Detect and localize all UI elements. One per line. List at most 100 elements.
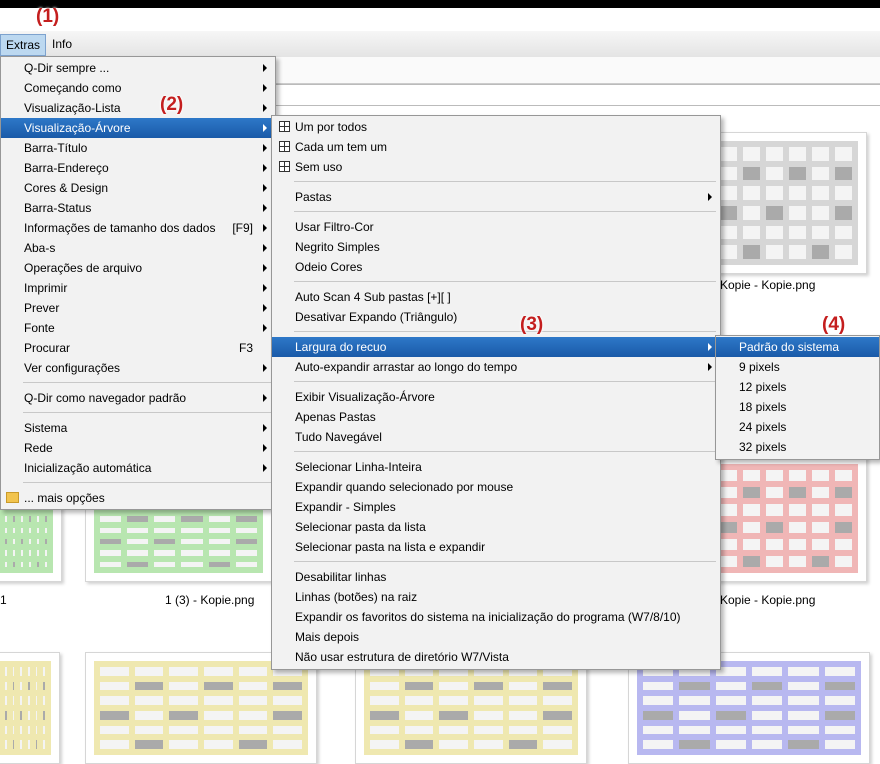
thumbnail-pixel <box>766 470 783 482</box>
menu-item-expand-simple[interactable]: Expandir - Simples <box>272 497 720 517</box>
thumbnail-pixel <box>789 186 806 200</box>
step-callout-3: (3) <box>520 314 544 335</box>
thumbnail-pixel <box>720 225 737 240</box>
menu-item-tabs[interactable]: Aba-s <box>1 238 275 258</box>
thumbnail-pixel <box>766 504 783 516</box>
menu-item-hate-colors[interactable]: Odeio Cores <box>272 257 720 277</box>
menu-item-select-list-folder-expand[interactable]: Selecionar pasta na lista e expandir <box>272 537 720 557</box>
menu-item-autostart[interactable]: Inicialização automática <box>1 458 275 478</box>
menu-item-no-w7-structure[interactable]: Não usar estrutura de diretório W7/Vista <box>272 647 720 667</box>
thumbnail-pixel <box>720 245 737 259</box>
thumbnail-pixel <box>45 561 47 567</box>
menu-item-network[interactable]: Rede <box>1 438 275 458</box>
menu-item-file-operations[interactable]: Operações de arquivo <box>1 258 275 278</box>
menu-item-9-pixels[interactable]: 9 pixels <box>716 357 879 377</box>
menu-item-start-as[interactable]: Começando como <box>1 78 275 98</box>
thumbnail-pixel <box>766 206 783 220</box>
menu-item-auto-expand-drag[interactable]: Auto-expandir arrastar ao longo do tempo <box>272 357 720 377</box>
thumbnail-yellow-1[interactable] <box>0 652 60 764</box>
menu-item-list-view[interactable]: Visualização-Lista <box>1 98 275 118</box>
thumbnail-pixel <box>181 527 203 533</box>
thumbnail-pixel <box>127 561 149 567</box>
thumbnail-pixel <box>100 725 129 735</box>
address-bar[interactable] <box>270 84 880 106</box>
menu-item-system-default[interactable]: Padrão do sistema <box>716 337 879 357</box>
thumbnail-pixel <box>12 711 15 720</box>
menu-extras[interactable]: Extras <box>0 34 47 56</box>
menu-item-32-pixels[interactable]: 32 pixels <box>716 437 879 457</box>
menu-item-search[interactable]: Procurar F3 <box>1 338 275 358</box>
menu-item-title-bar[interactable]: Barra-Título <box>1 138 275 158</box>
menu-item-expand-on-mouse-select[interactable]: Expandir quando selecionado por mouse <box>272 477 720 497</box>
thumbnail-pixel <box>12 725 15 735</box>
menu-item-disable-lines[interactable]: Desabilitar linhas <box>272 567 720 587</box>
menu-item-status-bar[interactable]: Barra-Status <box>1 198 275 218</box>
thumbnail-pixel <box>404 681 434 691</box>
thumbnail-pixel <box>766 166 783 181</box>
menu-item-q-dir-always[interactable]: Q-Dir sempre ... <box>1 58 275 78</box>
thumbnail-pixel <box>43 725 45 735</box>
menu-item-full-row-select[interactable]: Selecionar Linha-Inteira <box>272 457 720 477</box>
menu-item-default-browser[interactable]: Q-Dir como navegador padrão <box>1 388 275 408</box>
thumbnail-pixel <box>45 550 47 556</box>
menu-item-each-has-one[interactable]: Cada um tem um <box>272 137 720 157</box>
thumbnail-pixel <box>5 725 7 735</box>
thumbnail-pixel <box>643 725 674 735</box>
menu-item-colors-design[interactable]: Cores & Design <box>1 178 275 198</box>
menu-item-show-tree-view[interactable]: Exibir Visualização-Árvore <box>272 387 720 407</box>
thumbnail-pixel <box>788 696 819 705</box>
menu-item-lines-at-root[interactable]: Linhas (botões) na raiz <box>272 587 720 607</box>
menu-item-24-pixels[interactable]: 24 pixels <box>716 417 879 437</box>
thumbnail-pixel <box>27 711 30 720</box>
menu-item-indent-width[interactable]: Largura do recuo <box>272 337 720 357</box>
thumbnail-pixel <box>508 711 538 720</box>
thumbnail-pixel <box>720 470 737 482</box>
menu-item-data-size-info[interactable]: Informações de tamanho dos dados [F9] <box>1 218 275 238</box>
menu-item-more-options[interactable]: ... mais opções <box>1 488 275 508</box>
thumbnail-gray-top-right[interactable] <box>705 132 867 274</box>
menu-item-system[interactable]: Sistema <box>1 418 275 438</box>
menu-item-one-for-all[interactable]: Um por todos <box>272 117 720 137</box>
menu-item-view-settings[interactable]: Ver configurações <box>1 358 275 378</box>
menu-item-auto-scan[interactable]: Auto Scan 4 Sub pastas [+][ ] <box>272 287 720 307</box>
thumbnail-pixel <box>766 186 783 200</box>
thumbnail-pixel <box>743 225 760 240</box>
thumbnail-pixel <box>835 186 852 200</box>
menu-item-12-pixels[interactable]: 12 pixels <box>716 377 879 397</box>
step-callout-4: (4) <box>822 314 846 335</box>
step-callout-1: (1) <box>36 6 60 27</box>
menu-item-tree-view[interactable]: Visualização-Árvore <box>1 118 275 138</box>
thumbnail-pixel <box>273 681 302 691</box>
menu-item-simple-bold[interactable]: Negrito Simples <box>272 237 720 257</box>
menu-item-disable-expando[interactable]: Desativar Expando (Triângulo) <box>272 307 720 327</box>
thumbnail-pixel <box>12 681 15 691</box>
thumbnail-pixel <box>788 725 819 735</box>
thumbnail-pixel <box>543 681 572 691</box>
menu-item-expand-system-favorites[interactable]: Expandir os favoritos do sistema na inic… <box>272 607 720 627</box>
thumbnail-pixel <box>21 561 23 567</box>
thumbnail-pixel <box>5 561 7 567</box>
menu-item-18-pixels[interactable]: 18 pixels <box>716 397 879 417</box>
thumbnail-pixel <box>439 711 468 720</box>
thumbnail-pixel <box>439 681 468 691</box>
thumbnail-pixel <box>203 740 233 749</box>
menu-item-not-used[interactable]: Sem uso <box>272 157 720 177</box>
menu-item-more-later[interactable]: Mais depois <box>272 627 720 647</box>
thumbnail-red-right[interactable] <box>705 455 867 582</box>
menu-item-folders-only[interactable]: Apenas Pastas <box>272 407 720 427</box>
menu-info[interactable]: Info <box>47 34 77 54</box>
menu-item-use-color-filter[interactable]: Usar Filtro-Cor <box>272 217 720 237</box>
thumbnail-pixel <box>169 696 198 705</box>
menu-item-all-browsable[interactable]: Tudo Navegável <box>272 427 720 447</box>
thumbnail-pixel <box>208 516 230 522</box>
menu-item-folders[interactable]: Pastas <box>272 187 720 207</box>
menu-item-font[interactable]: Fonte <box>1 318 275 338</box>
menu-item-address-bar[interactable]: Barra-Endereço <box>1 158 275 178</box>
thumbnail-pixel <box>824 667 855 676</box>
thumbnail-pixel <box>543 740 572 749</box>
thumbnail-pixel <box>508 725 538 735</box>
thumbnail-pixel <box>715 711 746 720</box>
menu-item-preview[interactable]: Prever <box>1 298 275 318</box>
menu-item-select-list-folder[interactable]: Selecionar pasta da lista <box>272 517 720 537</box>
menu-item-print[interactable]: Imprimir <box>1 278 275 298</box>
